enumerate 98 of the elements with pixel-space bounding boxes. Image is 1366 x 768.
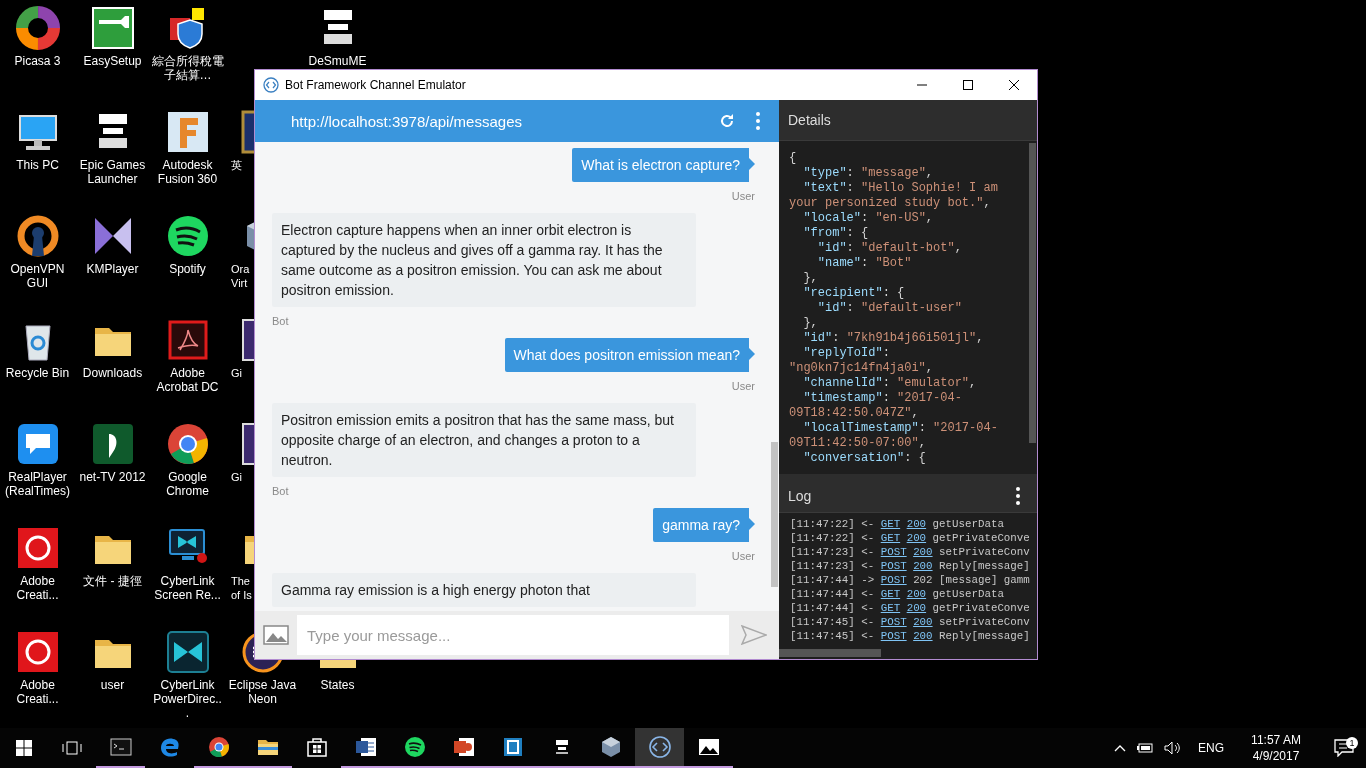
panel-title: Details: [788, 112, 832, 128]
desktop-icon-label[interactable]: CyberLink PowerDirec...: [151, 678, 224, 720]
method-link[interactable]: POST: [880, 546, 907, 558]
message-input[interactable]: Type your message...: [297, 615, 729, 655]
user-message: What does positron emission mean?: [504, 338, 755, 372]
clock-time[interactable]: 11:57 AM: [1251, 732, 1301, 748]
status-link[interactable]: 200: [913, 616, 933, 628]
code-line: "from": {: [802, 226, 870, 241]
log-line: [11:47:44] <- GET 200 getUserData: [790, 587, 1005, 601]
log-line: [11:47:44] -> POST 202 [message] gamm: [790, 573, 1031, 587]
code-line: "type": "message",: [802, 166, 935, 181]
status-link[interactable]: 200: [906, 602, 927, 614]
sender-label: Bot: [272, 485, 290, 497]
desktop-icon-label[interactable]: Adobe Acrobat DC: [151, 366, 224, 394]
notification-badge: 1: [1346, 737, 1358, 749]
desktop-icon-label[interactable]: EasySetup: [76, 54, 149, 68]
method-link[interactable]: POST: [880, 616, 907, 628]
code-line: },: [802, 316, 819, 331]
sender-label: User: [731, 550, 755, 562]
log-line: [11:47:45] <- POST 200 setPrivateConv: [790, 615, 1031, 629]
code-line: "replyToId":: [802, 346, 891, 361]
sender-label: User: [731, 190, 755, 202]
clock[interactable]: 11:57 AM 4/9/2017: [1240, 732, 1312, 764]
code-line: 09T11:42:50-07:00",: [789, 436, 927, 451]
desktop-icon-label[interactable]: Spotify: [151, 262, 224, 276]
desktop-icon-label[interactable]: Adobe Creati...: [1, 574, 74, 602]
bot-message: Positron emission emits a positron that has the same mass, but opposite charge of an electron, and changes a proton to a neutron.: [272, 403, 696, 477]
code-line: },: [802, 271, 819, 286]
desktop-icon-label[interactable]: Ora Virt: [231, 262, 250, 290]
status-link[interactable]: 200: [913, 630, 933, 642]
desktop-icon-label[interactable]: Eclipse Java Neon: [226, 678, 299, 706]
panel-title: Log: [788, 488, 813, 504]
desktop-icon-label[interactable]: States: [301, 678, 374, 692]
code-line: "ng0kn7jc14fn4ja0i",: [789, 361, 935, 376]
endpoint-url: http://localhost:3978/api/messages: [291, 112, 523, 130]
user-message: gamma ray?: [653, 508, 755, 542]
log-line: [11:47:22] <- GET 200 getUserData: [790, 517, 1005, 531]
desktop-icon-label[interactable]: 綜合所得稅電子結算…: [151, 54, 224, 82]
desktop-icon-label[interactable]: Google Chrome: [151, 470, 224, 498]
clock-date[interactable]: 4/9/2017: [1252, 748, 1300, 764]
window-title: Bot Framework Channel Emulator: [285, 78, 467, 92]
status-link[interactable]: 200: [913, 546, 933, 558]
method-link[interactable]: GET: [880, 518, 901, 530]
code-line: "locale": "en-US",: [802, 211, 935, 226]
log-line: [11:47:44] <- GET 200 getPrivateConve: [790, 601, 1031, 615]
code-line: "timestamp": "2017-04-: [802, 391, 963, 406]
code-line: {: [789, 151, 798, 166]
code-line: "recipient": {: [802, 286, 906, 301]
desktop-icon-label[interactable]: Autodesk Fusion 360: [151, 158, 224, 186]
desktop-icon-label[interactable]: Downloads: [76, 366, 149, 380]
log-line: [11:47:23] <- POST 200 Reply[message]: [790, 559, 1031, 573]
bot-message: Electron capture happens when an inner orbit electron is captured by the nucleus and gives off a gamma ray. It has the same outcome as a positron emission. You can ask me about positron emission.: [272, 213, 696, 307]
desktop-icon-label[interactable]: Gi: [231, 366, 242, 380]
code-line: "name": "Bot": [816, 256, 913, 271]
desktop-icon-label[interactable]: OpenVPN GUI: [1, 262, 74, 290]
desktop-icon-label[interactable]: 文件 - 捷徑: [76, 574, 149, 588]
desktop-icon-label[interactable]: This PC: [1, 158, 74, 172]
method-link[interactable]: POST: [880, 560, 907, 572]
method-link[interactable]: GET: [880, 588, 901, 600]
code-line: "localTimestamp": "2017-04-: [802, 421, 999, 436]
desktop-icon-label[interactable]: Recycle Bin: [1, 366, 74, 380]
desktop-icon-label[interactable]: The of Is: [231, 574, 252, 602]
method-link[interactable]: POST: [880, 630, 907, 642]
desktop-icon-label[interactable]: KMPlayer: [76, 262, 149, 276]
status-link[interactable]: 200: [906, 588, 927, 600]
code-line: "conversation": {: [802, 451, 927, 466]
code-line: "id": "default-bot",: [816, 241, 963, 256]
sender-label: Bot: [272, 315, 290, 327]
log-line: [11:47:22] <- GET 200 getPrivateConve: [790, 531, 1031, 545]
desktop-icon-label[interactable]: DeSmuME: [301, 54, 374, 68]
user-message: What is electron capture?: [572, 148, 755, 182]
log-line: [11:47:23] <- POST 200 setPrivateConv: [790, 545, 1031, 559]
desktop-icon-label[interactable]: Gi: [231, 470, 242, 484]
desktop-icon-label[interactable]: 英: [231, 158, 242, 172]
desktop-icon-label[interactable]: Adobe Creati...: [1, 678, 74, 706]
notifications-button[interactable]: 1: [1322, 739, 1366, 757]
language-button[interactable]: ENG: [1198, 741, 1224, 755]
desktop-icon-label[interactable]: net-TV 2012: [76, 470, 149, 484]
code-line: "channelId": "emulator",: [802, 376, 978, 391]
code-line: "id": "7kh91b4j66i501jl",: [802, 331, 985, 346]
code-line: "id": "default-user": [816, 301, 963, 316]
code-line: 09T18:42:50.047Z",: [789, 406, 920, 421]
code-line: your personized study bot.",: [789, 196, 992, 211]
method-link[interactable]: POST: [880, 574, 907, 586]
status-link[interactable]: 200: [906, 532, 927, 544]
desktop-icon-label[interactable]: Epic Games Launcher: [76, 158, 149, 186]
method-link[interactable]: GET: [880, 532, 901, 544]
desktop-icon-label[interactable]: CyberLink Screen Re...: [151, 574, 224, 602]
desktop-icon-label[interactable]: RealPlayer (RealTimes): [1, 470, 74, 498]
code-line: "text": "Hello Sophie! I am: [802, 181, 999, 196]
method-link[interactable]: GET: [880, 602, 901, 614]
desktop-icon-label[interactable]: user: [76, 678, 149, 692]
sender-label: User: [731, 380, 755, 392]
log-line: [11:47:45] <- POST 200 Reply[message]: [790, 629, 1031, 643]
status-link[interactable]: 200: [913, 560, 933, 572]
desktop-icon-label[interactable]: Picasa 3: [1, 54, 74, 68]
bot-message: Gamma ray emission is a high energy photon that: [272, 573, 696, 607]
status-link[interactable]: 200: [906, 518, 927, 530]
